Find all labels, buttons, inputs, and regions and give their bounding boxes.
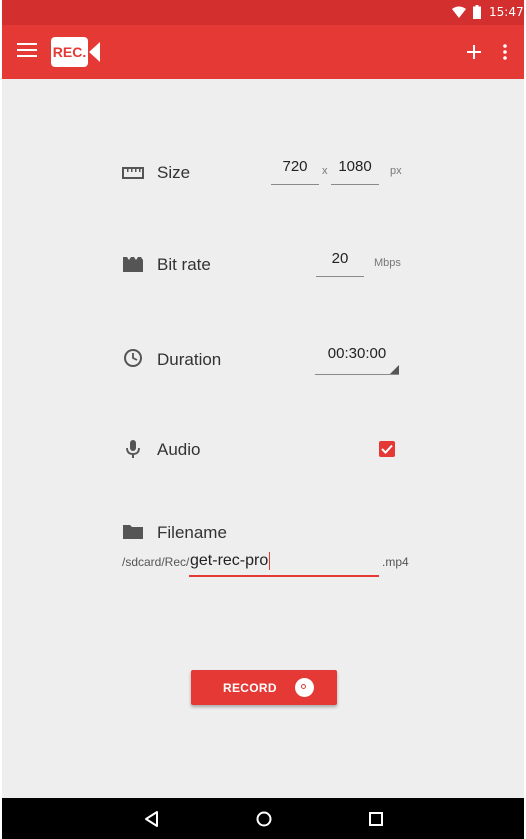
size-label: Size	[157, 163, 191, 182]
more-vert-icon[interactable]	[500, 42, 510, 62]
width-input[interactable]: 720	[271, 158, 319, 185]
logo-text: REC.	[51, 37, 88, 67]
app-screen: 15:47 REC. Size 720 x 1080 px Bit rate 2…	[2, 0, 524, 839]
microphone-icon	[126, 440, 140, 458]
filename-input[interactable]: get-rec-pro	[189, 549, 379, 577]
filename-value: get-rec-pro	[190, 552, 269, 569]
recents-icon[interactable]	[366, 809, 386, 829]
duration-dropdown[interactable]: 00:30:00	[315, 345, 399, 375]
filename-label: Filename	[157, 523, 227, 542]
duration-value: 00:30:00	[327, 345, 387, 362]
record-button[interactable]: RECORD	[191, 670, 337, 705]
menu-icon[interactable]	[17, 43, 37, 59]
back-icon[interactable]	[142, 809, 162, 829]
wifi-icon	[452, 6, 466, 18]
size-unit: px	[390, 165, 402, 177]
bitrate-label: Bit rate	[157, 255, 211, 274]
height-input[interactable]: 1080	[331, 158, 379, 185]
text-caret	[269, 551, 271, 570]
path-prefix: /sdcard/Rec/	[122, 555, 190, 569]
status-time: 15:47	[489, 5, 524, 19]
clapperboard-icon	[123, 257, 143, 272]
record-label: RECORD	[223, 681, 277, 695]
file-extension: .mp4	[382, 555, 409, 569]
dropdown-triangle-icon	[390, 365, 399, 374]
logo-camera-icon	[89, 42, 100, 62]
status-bar: 15:47	[2, 0, 524, 25]
folder-icon	[123, 525, 143, 539]
battery-icon	[473, 5, 481, 19]
audio-checkbox[interactable]	[379, 441, 395, 457]
app-bar: REC.	[2, 25, 524, 79]
navigation-bar	[2, 798, 524, 839]
duration-label: Duration	[157, 350, 222, 369]
audio-label: Audio	[157, 440, 201, 459]
bitrate-input[interactable]: 20	[316, 250, 364, 277]
size-separator: x	[322, 165, 328, 177]
clock-icon	[124, 349, 142, 367]
record-disc-icon	[295, 678, 314, 697]
check-icon	[381, 444, 393, 454]
home-icon[interactable]	[254, 809, 274, 829]
bitrate-unit: Mbps	[374, 257, 401, 269]
add-icon[interactable]	[464, 42, 484, 62]
ruler-icon	[122, 167, 144, 179]
app-logo: REC.	[51, 37, 103, 67]
